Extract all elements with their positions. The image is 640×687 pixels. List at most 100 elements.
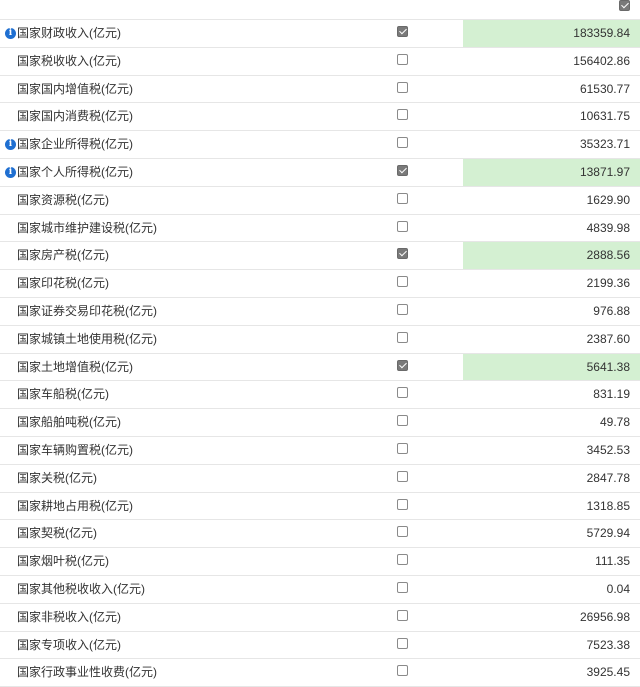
indicator-label: 国家国内增值税(亿元) bbox=[17, 81, 133, 96]
row-checkbox-box[interactable] bbox=[397, 276, 408, 288]
indicator-value: 61530.77 bbox=[579, 81, 630, 96]
row-checkbox-box[interactable] bbox=[397, 581, 408, 593]
indicator-label: 国家证券交易印花税(亿元) bbox=[17, 303, 157, 318]
row-checkbox[interactable] bbox=[397, 387, 408, 401]
row-checkbox-box[interactable] bbox=[397, 81, 408, 93]
indicator-label: 国家城市维护建设税(亿元) bbox=[17, 220, 157, 235]
table-row: 国家非税收入(亿元) 26956.98 bbox=[0, 604, 640, 632]
row-checkbox-box[interactable] bbox=[397, 331, 408, 343]
indicator-label: 国家契税(亿元) bbox=[17, 526, 97, 541]
row-checkbox[interactable] bbox=[397, 359, 408, 374]
table-row: i 国家个人所得税(亿元) 13871.97 bbox=[0, 158, 640, 187]
table-header-strip bbox=[0, 0, 640, 20]
row-checkbox[interactable] bbox=[397, 470, 408, 485]
row-checkbox[interactable] bbox=[397, 53, 408, 68]
row-checkbox-box[interactable] bbox=[397, 415, 408, 427]
row-checkbox-box[interactable] bbox=[397, 470, 408, 482]
indicator-label: 国家城镇土地使用税(亿元) bbox=[17, 331, 157, 346]
row-checkbox[interactable] bbox=[397, 192, 408, 207]
row-checkbox[interactable] bbox=[397, 415, 408, 429]
indicator-label: 国家关税(亿元) bbox=[17, 470, 97, 485]
table-row: 国家关税(亿元) 2847.78 bbox=[0, 465, 640, 493]
indicator-label: 国家印花税(亿元) bbox=[17, 276, 109, 291]
table-row: 国家城镇土地使用税(亿元) 2387.60 bbox=[0, 326, 640, 354]
indicator-label: 国家税收收入(亿元) bbox=[17, 53, 121, 68]
indicator-value: 111.35 bbox=[595, 554, 630, 569]
indicator-label: 国家资源税(亿元) bbox=[17, 192, 109, 207]
row-checkbox[interactable] bbox=[397, 442, 408, 457]
table-row: 国家专项收入(亿元) 7523.38 bbox=[0, 632, 640, 660]
indicator-value: 2387.60 bbox=[586, 331, 630, 346]
row-checkbox[interactable] bbox=[397, 637, 408, 652]
table-row: 国家城市维护建设税(亿元) 4839.98 bbox=[0, 215, 640, 243]
info-icon[interactable]: i bbox=[5, 139, 16, 151]
indicator-value: 35323.71 bbox=[579, 137, 630, 152]
row-checkbox[interactable] bbox=[397, 81, 408, 96]
row-checkbox[interactable] bbox=[397, 248, 408, 262]
info-icon[interactable]: i bbox=[5, 166, 16, 178]
indicator-label: 国家非税收入(亿元) bbox=[17, 609, 121, 624]
table-row: 国家行政事业性收费(亿元) 3925.45 bbox=[0, 659, 640, 687]
table-row: 国家房产税(亿元) 2888.56 bbox=[0, 242, 640, 271]
table-row: 国家车船税(亿元) 831.19 bbox=[0, 381, 640, 410]
table-row: 国家国内消费税(亿元) 10631.75 bbox=[0, 103, 640, 132]
row-checkbox[interactable] bbox=[397, 581, 408, 596]
row-checkbox[interactable] bbox=[397, 303, 408, 318]
indicator-value: 3452.53 bbox=[586, 442, 630, 457]
indicator-value: 2847.78 bbox=[586, 470, 630, 485]
indicator-label: 国家国内消费税(亿元) bbox=[17, 109, 133, 124]
indicator-value: 49.78 bbox=[599, 415, 630, 430]
indicator-label: 国家烟叶税(亿元) bbox=[17, 554, 109, 569]
row-checkbox[interactable] bbox=[397, 498, 408, 513]
row-checkbox-box[interactable] bbox=[397, 498, 408, 510]
row-checkbox[interactable] bbox=[397, 276, 408, 290]
row-checkbox-box[interactable] bbox=[397, 248, 408, 260]
indicator-value: 3925.45 bbox=[586, 665, 630, 680]
indicator-value: 26956.98 bbox=[579, 609, 630, 624]
row-checkbox-box[interactable] bbox=[397, 109, 408, 121]
select-all-checkbox[interactable] bbox=[619, 0, 630, 14]
row-checkbox-box[interactable] bbox=[397, 665, 408, 677]
row-checkbox[interactable] bbox=[397, 109, 408, 123]
indicator-value: 1629.90 bbox=[586, 192, 630, 207]
row-checkbox[interactable] bbox=[397, 554, 408, 568]
table-row: 国家烟叶税(亿元) 111.35 bbox=[0, 548, 640, 576]
row-checkbox-box[interactable] bbox=[397, 53, 408, 65]
indicator-value: 7523.38 bbox=[586, 637, 630, 652]
row-checkbox-box[interactable] bbox=[397, 359, 408, 371]
row-checkbox-box[interactable] bbox=[397, 554, 408, 566]
indicator-value: 13871.97 bbox=[463, 158, 640, 186]
row-checkbox-box[interactable] bbox=[397, 442, 408, 454]
indicator-value: 831.19 bbox=[593, 387, 630, 402]
row-checkbox[interactable] bbox=[397, 526, 408, 540]
row-checkbox-box[interactable] bbox=[397, 26, 408, 37]
indicator-value: 4839.98 bbox=[586, 220, 630, 235]
row-checkbox[interactable] bbox=[397, 609, 408, 624]
row-checkbox[interactable] bbox=[397, 137, 408, 151]
row-checkbox[interactable] bbox=[397, 331, 408, 346]
row-checkbox-box[interactable] bbox=[397, 137, 408, 149]
row-checkbox[interactable] bbox=[397, 26, 408, 40]
row-checkbox-box[interactable] bbox=[397, 526, 408, 538]
table-row: 国家耕地占用税(亿元) 1318.85 bbox=[0, 493, 640, 521]
row-checkbox-box[interactable] bbox=[397, 192, 408, 204]
row-checkbox-box[interactable] bbox=[397, 220, 408, 232]
indicator-label: 国家房产税(亿元) bbox=[17, 248, 109, 263]
select-all-checkbox-box[interactable] bbox=[619, 0, 630, 11]
indicator-label: 国家个人所得税(亿元) bbox=[17, 164, 133, 179]
table-row: 国家资源税(亿元) 1629.90 bbox=[0, 187, 640, 215]
indicator-value: 183359.84 bbox=[463, 20, 640, 47]
indicator-value: 5641.38 bbox=[463, 353, 640, 381]
row-checkbox-box[interactable] bbox=[397, 387, 408, 399]
row-checkbox-box[interactable] bbox=[397, 164, 408, 176]
table-row: 国家车辆购置税(亿元) 3452.53 bbox=[0, 437, 640, 465]
row-checkbox[interactable] bbox=[397, 665, 408, 679]
row-checkbox[interactable] bbox=[397, 164, 408, 179]
row-checkbox-box[interactable] bbox=[397, 303, 408, 315]
indicator-label: 国家财政收入(亿元) bbox=[17, 26, 121, 40]
row-checkbox[interactable] bbox=[397, 220, 408, 235]
indicator-table: i 国家财政收入(亿元) 183359.84 国家税收收入(亿元) 156402.86 国… bbox=[0, 20, 640, 687]
row-checkbox-box[interactable] bbox=[397, 637, 408, 649]
info-icon[interactable]: i bbox=[5, 28, 16, 39]
row-checkbox-box[interactable] bbox=[397, 609, 408, 621]
